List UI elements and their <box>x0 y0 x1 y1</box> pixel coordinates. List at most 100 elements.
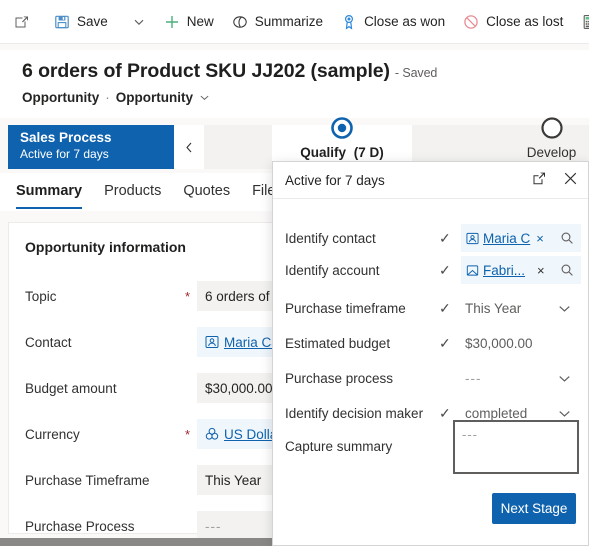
stage-step-label-purchase-timeframe: Purchase timeframe <box>285 300 406 316</box>
close-icon[interactable] <box>563 171 578 186</box>
opportunity-information-card: Opportunity information Topic * 6 orders… <box>8 222 309 541</box>
chevron-down-icon[interactable] <box>558 302 577 315</box>
page-title-text: 6 orders of Product SKU JJ202 (sample) <box>22 60 390 82</box>
process-name: Sales Process <box>20 130 112 145</box>
purchase-process-empty-value: --- <box>205 518 222 534</box>
field-row-currency: Currency * US Dollar <box>25 418 309 450</box>
recalculate-button[interactable]: Re <box>572 5 589 39</box>
page-title: 6 orders of Product SKU JJ202 (sample) - … <box>22 60 437 83</box>
stage-flyout-header: Active for 7 days <box>273 162 588 199</box>
required-indicator-topic: * <box>185 288 191 304</box>
stage-duration-qualify: (7 D) <box>353 145 384 160</box>
stage-step-value-identify-account[interactable]: Fabri... × <box>461 256 581 284</box>
stage-step-purchase-timeframe: Purchase timeframe ✓ This Year <box>285 292 581 324</box>
chevron-down-icon[interactable] <box>558 372 577 385</box>
stage-step-link-identify-account[interactable]: Fabri... <box>483 263 525 278</box>
open-record-icon <box>14 14 30 30</box>
open-record-button[interactable] <box>10 5 39 39</box>
open-in-new-icon[interactable] <box>532 171 547 186</box>
close-as-won-button[interactable]: Close as won <box>332 5 454 39</box>
breadcrumb-entity[interactable]: Opportunity <box>22 90 99 105</box>
chevron-down-icon <box>133 16 145 28</box>
field-label-purchase-process: Purchase Process <box>25 518 135 534</box>
purchase-process-empty-value: --- <box>465 370 482 386</box>
app-root: Save New Summarize Close as won Close as… <box>0 0 589 546</box>
stage-step-value-estimated-budget[interactable]: $30,000.00 <box>461 329 581 357</box>
stage-step-value-purchase-timeframe[interactable]: This Year <box>461 294 581 322</box>
chevron-down-icon[interactable] <box>199 92 210 103</box>
tab-summary[interactable]: Summary <box>16 183 83 209</box>
clear-icon[interactable]: × <box>534 231 546 246</box>
close-as-won-icon <box>341 14 357 30</box>
breadcrumb-form[interactable]: Opportunity <box>116 90 193 105</box>
check-icon: ✓ <box>439 334 451 351</box>
stage-active-icon <box>329 115 355 141</box>
tab-products[interactable]: Products <box>104 183 161 201</box>
save-options-button[interactable] <box>123 5 155 39</box>
summarize-button[interactable]: Summarize <box>223 5 332 39</box>
chevron-left-icon <box>183 141 196 154</box>
field-label-currency: Currency <box>25 426 80 442</box>
record-header: 6 orders of Product SKU JJ202 (sample) - … <box>0 50 589 118</box>
capture-summary-textarea[interactable]: --- <box>453 420 579 474</box>
summarize-icon <box>232 14 248 30</box>
currency-icon <box>205 427 219 441</box>
save-button[interactable]: Save <box>45 5 117 39</box>
new-button[interactable]: New <box>155 5 223 39</box>
tab-quotes[interactable]: Quotes <box>183 183 230 201</box>
field-row-topic: Topic * 6 orders of Pro <box>25 280 309 312</box>
stage-step-identify-contact: Identify contact ✓ Maria C × <box>285 222 581 254</box>
stage-step-label-purchase-process: Purchase process <box>285 370 394 386</box>
close-as-won-label: Close as won <box>364 13 446 29</box>
process-banner[interactable]: Sales Process Active for 7 days <box>8 125 174 169</box>
save-icon <box>54 14 70 30</box>
field-row-purchase-timeframe: Purchase Timeframe This Year <box>25 464 309 496</box>
stage-step-label-identify-account: Identify account <box>285 262 380 278</box>
stage-step-link-identify-contact[interactable]: Maria C <box>483 231 530 246</box>
stage-step-label-identify-contact: Identify contact <box>285 230 376 246</box>
stage-step-label-identify-decision-maker: Identify decision maker <box>285 405 424 421</box>
process-duration: Active for 7 days <box>20 147 109 161</box>
stage-step-label-estimated-budget: Estimated budget <box>285 335 391 351</box>
stage-name-qualify: Qualify <box>300 145 346 160</box>
stage-upcoming-icon <box>539 115 565 141</box>
close-as-lost-button[interactable]: Close as lost <box>454 5 572 39</box>
section-title: Opportunity information <box>25 239 186 255</box>
recalculate-icon <box>581 14 589 30</box>
stage-step-value-identify-contact[interactable]: Maria C × <box>461 224 581 252</box>
check-icon: ✓ <box>439 229 451 246</box>
save-label: Save <box>77 13 108 29</box>
summarize-label: Summarize <box>254 13 324 29</box>
stage-flyout-title: Active for 7 days <box>285 172 385 188</box>
stage-flyout-actions <box>532 171 578 186</box>
close-as-lost-label: Close as lost <box>486 13 564 29</box>
command-bar: Save New Summarize Close as won Close as… <box>0 0 589 44</box>
next-stage-button[interactable]: Next Stage <box>492 493 576 524</box>
stage-flyout-panel: Active for 7 days Identify contact ✓ Mar… <box>272 161 589 546</box>
required-indicator-currency: * <box>185 426 191 442</box>
contact-icon <box>466 232 479 245</box>
check-icon-placeholder: ✓ <box>439 370 461 387</box>
purchase-timeframe-text: This Year <box>465 300 522 316</box>
breadcrumb: Opportunity · Opportunity <box>22 90 210 105</box>
field-label-purchase-timeframe: Purchase Timeframe <box>25 472 150 488</box>
field-label-contact: Contact <box>25 334 72 350</box>
check-icon: ✓ <box>439 299 451 316</box>
chevron-down-icon[interactable] <box>558 407 577 420</box>
decision-maker-text: completed <box>465 405 528 421</box>
process-collapse-button[interactable] <box>174 125 204 169</box>
clear-icon[interactable]: × <box>535 263 547 278</box>
saved-status: - Saved <box>394 66 438 80</box>
stage-step-purchase-process: Purchase process ✓ --- <box>285 362 581 394</box>
search-icon[interactable] <box>560 231 577 245</box>
field-label-budget-amount: Budget amount <box>25 380 117 396</box>
capture-summary-value: --- <box>462 427 478 442</box>
field-label-topic: Topic <box>25 288 57 304</box>
search-icon[interactable] <box>560 263 577 277</box>
check-icon: ✓ <box>439 261 451 278</box>
new-label: New <box>186 13 214 29</box>
field-row-budget-amount: Budget amount $30,000.00 <box>25 372 309 404</box>
close-as-lost-icon <box>463 14 479 30</box>
contact-icon <box>205 335 219 349</box>
stage-step-value-purchase-process[interactable]: --- <box>461 364 581 392</box>
